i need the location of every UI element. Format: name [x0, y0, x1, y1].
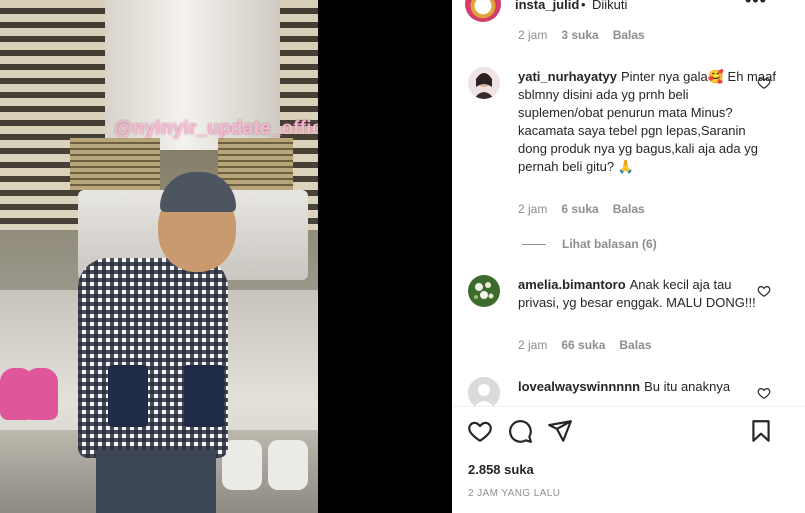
- bookmark-icon[interactable]: [748, 418, 774, 444]
- reply-button[interactable]: Balas: [619, 338, 651, 352]
- view-replies-button[interactable]: Lihat balasan (6): [522, 237, 657, 251]
- kid-shirt: [78, 258, 228, 458]
- post-side-panel: insta_julid • Diikuti ••• 2 jam 3 suka Bal…: [452, 0, 805, 513]
- comment-time: 2 jam: [518, 28, 548, 42]
- comment-text: Bu itu anaknya: [644, 379, 731, 394]
- comment-heart-icon[interactable]: [757, 284, 771, 298]
- comment-meta: 2 jam 3 suka Balas: [518, 28, 645, 42]
- book-stack-left: [70, 138, 160, 190]
- author-avatar[interactable]: [465, 0, 501, 22]
- comment-body: yati_nurhayatyy Pinter nya gala🥰 Eh maaf …: [518, 68, 776, 176]
- comment-meta: 2 jam 6 suka Balas: [518, 202, 645, 216]
- comment-likes[interactable]: 66 suka: [561, 338, 605, 352]
- kid-pocket: [184, 365, 224, 427]
- comment-icon[interactable]: [507, 418, 533, 444]
- comment-time: 2 jam: [518, 202, 548, 216]
- white-shoe: [222, 440, 262, 490]
- post-media[interactable]: @nyinyir_update_official: [0, 0, 452, 513]
- comment-list[interactable]: 2 jam 3 suka Balas yati_nurhayatyy Pinter n…: [452, 22, 805, 406]
- view-replies-label: Lihat balasan (6): [562, 237, 657, 251]
- comment-text: Pinter nya gala🥰 Eh maaf sblmny disini a…: [518, 69, 776, 174]
- post-timestamp[interactable]: 2 JAM YANG LALU: [468, 488, 560, 499]
- kid-pocket: [108, 365, 148, 427]
- comment-heart-icon[interactable]: [757, 76, 771, 90]
- header-separator: •: [581, 0, 586, 12]
- post-actions: [452, 418, 805, 450]
- share-icon[interactable]: [547, 418, 573, 444]
- comment-time: 2 jam: [518, 338, 548, 352]
- post-like-count[interactable]: 2.858 suka: [468, 462, 534, 477]
- follow-status[interactable]: Diikuti: [592, 0, 627, 12]
- comment-meta: 2 jam 66 suka Balas: [518, 338, 651, 352]
- heart-icon[interactable]: [467, 418, 493, 444]
- video-watermark: @nyinyir_update_official: [114, 118, 318, 139]
- comment-body: lovealwayswinnnnn Bu itu anaknya: [518, 378, 776, 396]
- actions-divider: [452, 406, 805, 407]
- commenter-username[interactable]: amelia.bimantoro: [518, 277, 626, 292]
- avatar-image: [468, 275, 500, 307]
- author-username[interactable]: insta_julid: [515, 0, 579, 12]
- post-photo: @nyinyir_update_official: [0, 0, 318, 513]
- book-stack-right: [218, 138, 293, 190]
- commenter-avatar[interactable]: [468, 67, 500, 99]
- white-shoe: [268, 440, 308, 490]
- kid-pants: [96, 450, 216, 513]
- commenter-username[interactable]: yati_nurhayatyy: [518, 69, 617, 84]
- pink-sandal: [24, 368, 58, 420]
- commenter-username[interactable]: lovealwayswinnnnn: [518, 379, 640, 394]
- avatar-image: [468, 67, 500, 99]
- replies-line: [522, 244, 546, 246]
- commenter-avatar[interactable]: [468, 275, 500, 307]
- commenter-avatar[interactable]: [468, 377, 500, 406]
- comment-likes[interactable]: 6 suka: [561, 202, 598, 216]
- post-header: insta_julid • Diikuti •••: [452, 0, 805, 22]
- reply-button[interactable]: Balas: [613, 202, 645, 216]
- comment-body: amelia.bimantoro Anak kecil aja tau priva…: [518, 276, 776, 312]
- default-avatar-icon: [468, 377, 500, 406]
- comment-heart-icon[interactable]: [757, 386, 771, 400]
- more-icon[interactable]: •••: [745, 0, 767, 11]
- comment-likes[interactable]: 3 suka: [561, 28, 598, 42]
- reply-button[interactable]: Balas: [613, 28, 645, 42]
